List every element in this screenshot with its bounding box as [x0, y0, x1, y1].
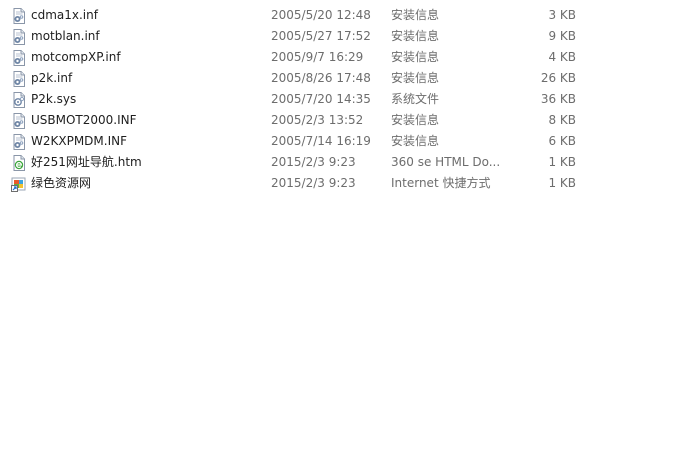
file-size: 6 KB — [548, 134, 576, 148]
file-row[interactable]: cdma1x.inf 2005/5/20 12:48 安装信息 3 KB — [0, 5, 694, 26]
inf-file-icon — [11, 113, 27, 129]
file-size: 4 KB — [548, 50, 576, 64]
inf-file-icon — [11, 50, 27, 66]
file-name: W2KXPMDM.INF — [31, 134, 128, 148]
file-date: 2015/2/3 9:23 — [271, 155, 356, 169]
file-date: 2005/8/26 17:48 — [271, 71, 371, 85]
file-type: 安装信息 — [391, 134, 440, 148]
file-row[interactable]: USBMOT2000.INF 2005/2/3 13:52 安装信息 8 KB — [0, 110, 694, 131]
sys-file-icon — [11, 92, 27, 108]
file-date: 2005/9/7 16:29 — [271, 50, 364, 64]
file-row[interactable]: 绿色资源网 2015/2/3 9:23 Internet 快捷方式 1 KB — [0, 173, 694, 194]
file-type: Internet 快捷方式 — [391, 176, 491, 190]
file-name: P2k.sys — [31, 92, 77, 106]
file-name: 好251网址导航.htm — [31, 155, 142, 169]
htm-file-icon — [11, 155, 27, 171]
file-date: 2005/7/14 16:19 — [271, 134, 371, 148]
file-name: 绿色资源网 — [31, 176, 92, 190]
file-size: 1 KB — [548, 176, 576, 190]
file-date: 2005/5/27 17:52 — [271, 29, 371, 43]
file-type: 安装信息 — [391, 8, 440, 22]
file-list: cdma1x.inf 2005/5/20 12:48 安装信息 3 KB mot… — [0, 5, 694, 194]
file-name: cdma1x.inf — [31, 8, 98, 22]
file-row[interactable]: W2KXPMDM.INF 2005/7/14 16:19 安装信息 6 KB — [0, 131, 694, 152]
internet-shortcut-icon — [11, 176, 27, 192]
file-type: 安装信息 — [391, 71, 440, 85]
file-date: 2015/2/3 9:23 — [271, 176, 356, 190]
inf-file-icon — [11, 29, 27, 45]
file-type: 360 se HTML Do... — [391, 155, 501, 169]
file-size: 36 KB — [540, 92, 576, 106]
file-row[interactable]: motcompXP.inf 2005/9/7 16:29 安装信息 4 KB — [0, 47, 694, 68]
file-name: p2k.inf — [31, 71, 73, 85]
inf-file-icon — [11, 71, 27, 87]
file-date: 2005/2/3 13:52 — [271, 113, 364, 127]
file-type: 系统文件 — [391, 92, 440, 106]
file-size: 9 KB — [548, 29, 576, 43]
file-name: motcompXP.inf — [31, 50, 121, 64]
file-size: 3 KB — [548, 8, 576, 22]
file-type: 安装信息 — [391, 113, 440, 127]
inf-file-icon — [11, 134, 27, 150]
file-name: USBMOT2000.INF — [31, 113, 137, 127]
file-size: 1 KB — [548, 155, 576, 169]
inf-file-icon — [11, 8, 27, 24]
file-row[interactable]: P2k.sys 2005/7/20 14:35 系统文件 36 KB — [0, 89, 694, 110]
file-type: 安装信息 — [391, 50, 440, 64]
file-row[interactable]: 好251网址导航.htm 2015/2/3 9:23 360 se HTML D… — [0, 152, 694, 173]
file-row[interactable]: p2k.inf 2005/8/26 17:48 安装信息 26 KB — [0, 68, 694, 89]
file-size: 26 KB — [540, 71, 576, 85]
file-date: 2005/5/20 12:48 — [271, 8, 371, 22]
file-size: 8 KB — [548, 113, 576, 127]
file-row[interactable]: motblan.inf 2005/5/27 17:52 安装信息 9 KB — [0, 26, 694, 47]
file-type: 安装信息 — [391, 29, 440, 43]
file-date: 2005/7/20 14:35 — [271, 92, 371, 106]
file-name: motblan.inf — [31, 29, 100, 43]
